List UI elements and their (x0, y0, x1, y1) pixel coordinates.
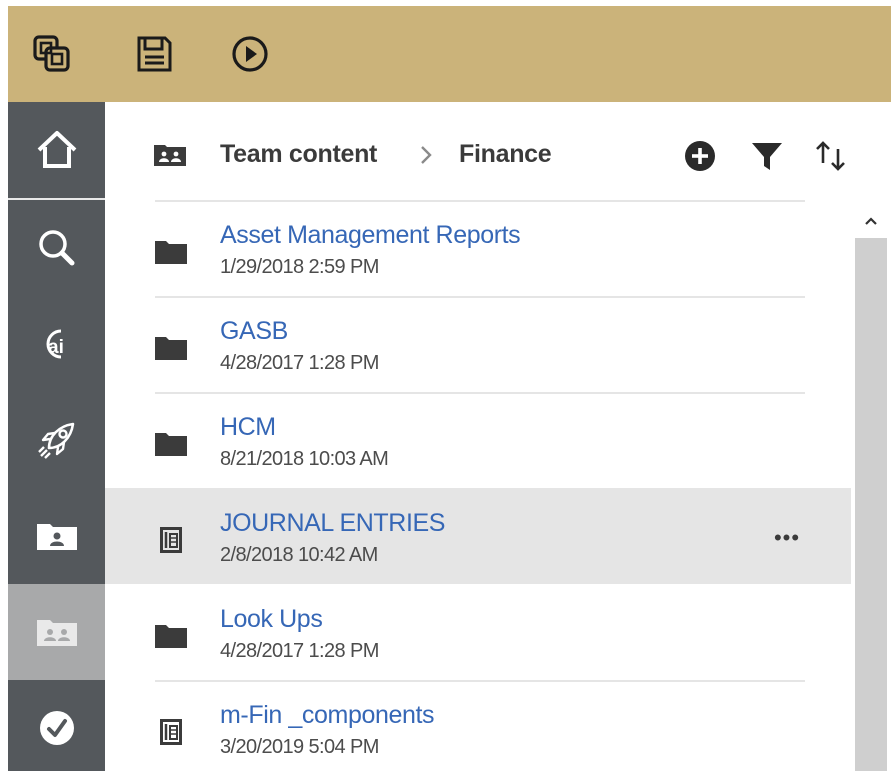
package-icon (160, 527, 182, 553)
run-button[interactable] (226, 30, 274, 78)
item-name-link[interactable]: JOURNAL ENTRIES (220, 509, 445, 538)
sidebar-item-search[interactable] (8, 200, 105, 296)
checkmark-icon (39, 711, 74, 745)
breadcrumb-root-link[interactable]: Team content (220, 140, 377, 169)
item-type-icon (155, 236, 187, 268)
sidebar-item-team-content[interactable] (8, 584, 105, 680)
folder-icon (155, 433, 187, 456)
add-icon (685, 141, 715, 171)
save-icon (137, 36, 172, 72)
sidebar-item-home[interactable] (8, 102, 105, 198)
item-name-link[interactable]: HCM (220, 413, 276, 442)
item-modified-date: 4/28/2017 1:28 PM (220, 640, 379, 662)
row-divider (155, 680, 805, 682)
item-modified-date: 2/8/2018 10:42 AM (220, 544, 378, 566)
item-name-link[interactable]: GASB (220, 317, 288, 346)
vertical-scrollbar[interactable] (855, 206, 887, 771)
item-type-icon (155, 716, 187, 748)
item-name-link[interactable]: Asset Management Reports (220, 221, 521, 250)
item-name-link[interactable]: Look Ups (220, 605, 323, 634)
package-icon (160, 719, 182, 745)
content-list: Asset Management Reports 1/29/2018 2:59 P… (105, 200, 851, 771)
item-type-icon (155, 620, 187, 652)
folder-icon (155, 241, 187, 264)
team-folder-icon (154, 145, 186, 166)
sidebar-item-ai[interactable]: ai (8, 296, 105, 392)
svg-text:ai: ai (48, 337, 64, 358)
sidebar-item-my-content[interactable] (8, 488, 105, 584)
item-modified-date: 8/21/2018 10:03 AM (220, 448, 389, 470)
more-actions-button[interactable]: ••• (767, 524, 807, 552)
item-modified-date: 3/20/2019 5:04 PM (220, 736, 379, 758)
item-type-icon (155, 524, 187, 556)
list-item[interactable]: JOURNAL ENTRIES 2/8/2018 10:42 AM ••• (105, 488, 851, 584)
item-name-link[interactable]: m-Fin _components (220, 701, 435, 730)
item-type-icon (155, 332, 187, 364)
sidebar-item-getting-started[interactable] (8, 392, 105, 488)
breadcrumb-current: Finance (459, 140, 552, 168)
chevron-up-icon (865, 217, 877, 225)
ai-assistant-icon: ai (46, 329, 64, 359)
chevron-right-icon (421, 146, 432, 164)
item-modified-date: 4/28/2017 1:28 PM (220, 352, 379, 374)
app-switcher-button[interactable] (28, 30, 76, 78)
search-icon (38, 230, 74, 266)
rocket-icon (37, 422, 74, 459)
add-button[interactable] (682, 138, 718, 174)
save-button[interactable] (130, 30, 178, 78)
team-content-folder-icon (36, 620, 77, 646)
breadcrumb: Team content Finance (105, 102, 891, 200)
list-item[interactable]: GASB 4/28/2017 1:28 PM (105, 296, 851, 392)
folder-icon (155, 625, 187, 648)
row-divider (155, 392, 805, 394)
folder-icon (155, 337, 187, 360)
scroll-up-button[interactable] (855, 206, 887, 236)
left-sidebar: ai (8, 102, 105, 771)
list-item[interactable]: HCM 8/21/2018 10:03 AM (105, 392, 851, 488)
top-toolbar (8, 6, 891, 102)
play-icon (232, 36, 268, 72)
filter-button[interactable] (749, 138, 785, 174)
more-icon: ••• (773, 525, 801, 550)
app-switcher-icon (33, 35, 70, 72)
content-panel: Team content Finance Asset Management Re… (105, 102, 891, 771)
list-item[interactable]: Look Ups 4/28/2017 1:28 PM (105, 584, 851, 680)
item-modified-date: 1/29/2018 2:59 PM (220, 256, 379, 278)
my-content-folder-icon (36, 524, 77, 550)
sort-icon (816, 141, 845, 171)
filter-icon (752, 143, 782, 170)
list-item[interactable]: m-Fin _components 3/20/2019 5:04 PM (105, 680, 851, 771)
list-item[interactable]: Asset Management Reports 1/29/2018 2:59 P… (105, 200, 851, 296)
app-window: ai Team content Finance Asset Management… (8, 6, 891, 771)
row-divider (155, 296, 805, 298)
item-type-icon (155, 428, 187, 460)
home-icon (37, 131, 76, 168)
scrollbar-thumb[interactable] (855, 238, 887, 771)
row-divider (155, 200, 805, 202)
sidebar-item-checklist[interactable] (8, 680, 105, 771)
sort-button[interactable] (813, 138, 849, 174)
